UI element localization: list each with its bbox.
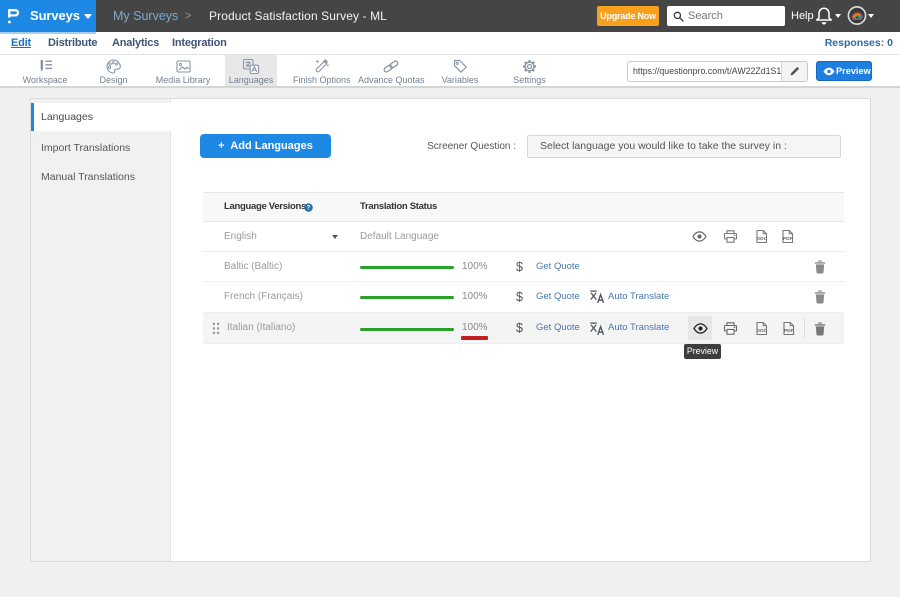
svg-text:PDF: PDF	[784, 328, 794, 334]
svg-text:DOC: DOC	[756, 328, 767, 334]
svg-text:DOC: DOC	[756, 236, 767, 242]
svg-text:?: ?	[307, 206, 311, 212]
svg-text:PDF: PDF	[783, 236, 793, 242]
